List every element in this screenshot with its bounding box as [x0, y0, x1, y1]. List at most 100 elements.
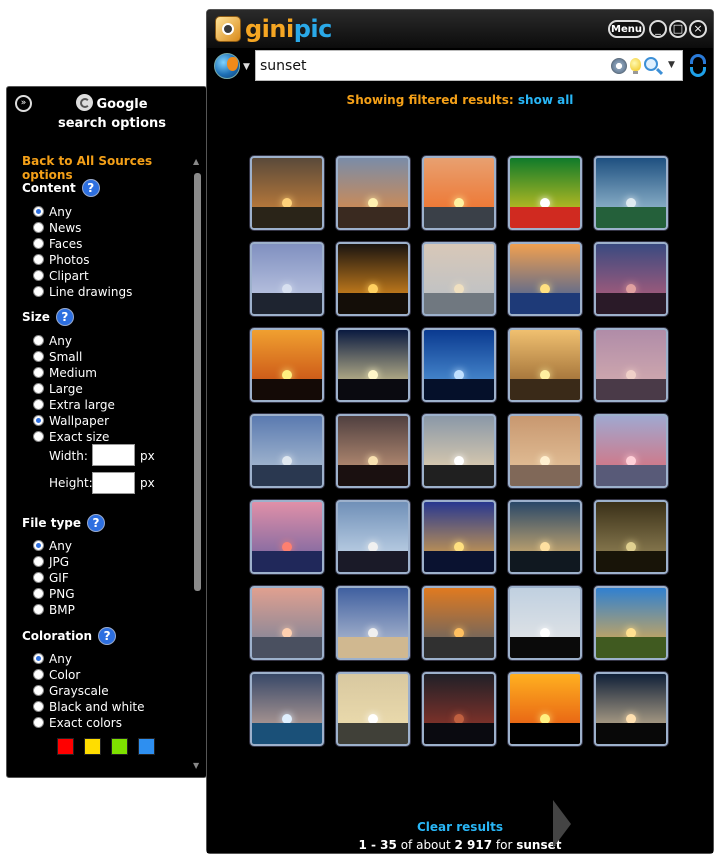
image-thumbnail[interactable] [508, 328, 582, 402]
image-thumbnail[interactable] [508, 414, 582, 488]
image-thumbnail[interactable] [336, 672, 410, 746]
size-option[interactable]: Any [33, 333, 72, 348]
image-thumbnail[interactable] [422, 328, 496, 402]
image-thumbnail[interactable] [594, 414, 668, 488]
coloration-option[interactable]: Exact colors [33, 715, 122, 730]
content-option[interactable]: Clipart [33, 268, 89, 283]
help-icon[interactable]: ? [87, 514, 106, 532]
width-input[interactable] [92, 444, 135, 466]
image-thumbnail[interactable] [594, 328, 668, 402]
color-swatch[interactable] [111, 738, 128, 755]
help-icon[interactable]: ? [55, 308, 74, 326]
chevron-down-icon[interactable]: ▼ [243, 62, 250, 72]
search-icon[interactable] [644, 57, 658, 71]
menu-button[interactable]: Menu [608, 20, 645, 38]
image-thumbnail[interactable] [594, 242, 668, 316]
image-thumbnail[interactable] [336, 242, 410, 316]
image-thumbnail[interactable] [594, 672, 668, 746]
radio-button[interactable] [33, 206, 44, 217]
size-option[interactable]: Small [33, 349, 82, 364]
height-input[interactable] [92, 472, 135, 494]
image-thumbnail[interactable] [250, 414, 324, 488]
image-thumbnail[interactable] [422, 672, 496, 746]
image-thumbnail[interactable] [336, 328, 410, 402]
settings-icon[interactable] [611, 58, 627, 74]
image-thumbnail[interactable] [336, 586, 410, 660]
scroll-down-arrow-icon[interactable]: ▼ [193, 761, 199, 770]
panel-scrollbar[interactable]: ▲ ▼ [193, 157, 202, 771]
radio-button[interactable] [33, 335, 44, 346]
content-option[interactable]: Faces [33, 236, 82, 251]
image-thumbnail[interactable] [336, 500, 410, 574]
radio-button[interactable] [33, 367, 44, 378]
minimize-button[interactable]: _ [649, 20, 667, 38]
lightbulb-icon[interactable] [630, 58, 641, 74]
search-engine-globe-icon[interactable] [214, 53, 240, 79]
scrollbar-thumb[interactable] [194, 173, 201, 591]
radio-button[interactable] [33, 222, 44, 233]
radio-button[interactable] [33, 431, 44, 442]
image-thumbnail[interactable] [594, 156, 668, 230]
radio-button[interactable] [33, 653, 44, 664]
clear-results-link[interactable]: Clear results [417, 820, 503, 834]
help-icon[interactable]: ? [81, 179, 100, 197]
filetype-option[interactable]: Any [33, 538, 72, 553]
image-thumbnail[interactable] [250, 328, 324, 402]
image-thumbnail[interactable] [594, 586, 668, 660]
radio-button[interactable] [33, 238, 44, 249]
close-button[interactable]: × [689, 20, 707, 38]
show-all-link[interactable]: show all [518, 93, 574, 107]
radio-button[interactable] [33, 540, 44, 551]
coloration-option[interactable]: Any [33, 651, 72, 666]
radio-button[interactable] [33, 351, 44, 362]
coloration-option[interactable]: Color [33, 667, 80, 682]
radio-button[interactable] [33, 669, 44, 680]
back-to-sources-link[interactable]: Back to All Sources options [22, 154, 206, 182]
image-thumbnail[interactable] [250, 500, 324, 574]
maximize-button[interactable]: □ [669, 20, 687, 38]
search-input[interactable] [260, 56, 590, 76]
refresh-icon[interactable] [688, 53, 708, 79]
content-option[interactable]: Any [33, 204, 72, 219]
content-option[interactable]: Line drawings [33, 284, 132, 299]
coloration-option[interactable]: Black and white [33, 699, 145, 714]
image-thumbnail[interactable] [336, 414, 410, 488]
radio-button[interactable] [33, 415, 44, 426]
next-page-arrow-icon[interactable] [553, 800, 571, 848]
collapse-panel-button[interactable]: » [15, 95, 32, 112]
image-thumbnail[interactable] [250, 242, 324, 316]
image-thumbnail[interactable] [422, 500, 496, 574]
image-thumbnail[interactable] [422, 242, 496, 316]
image-thumbnail[interactable] [508, 586, 582, 660]
image-thumbnail[interactable] [250, 586, 324, 660]
filetype-option[interactable]: JPG [33, 554, 69, 569]
image-thumbnail[interactable] [422, 414, 496, 488]
radio-button[interactable] [33, 270, 44, 281]
size-option[interactable]: Large [33, 381, 83, 396]
image-thumbnail[interactable] [508, 242, 582, 316]
image-thumbnail[interactable] [250, 672, 324, 746]
filetype-option[interactable]: PNG [33, 586, 75, 601]
radio-button[interactable] [33, 685, 44, 696]
content-option[interactable]: News [33, 220, 81, 235]
image-thumbnail[interactable] [422, 156, 496, 230]
image-thumbnail[interactable] [508, 500, 582, 574]
content-option[interactable]: Photos [33, 252, 89, 267]
color-swatch[interactable] [84, 738, 101, 755]
scroll-up-arrow-icon[interactable]: ▲ [193, 157, 199, 166]
chevron-down-icon[interactable]: ▼ [668, 60, 675, 70]
size-option[interactable]: Exact size [33, 429, 109, 444]
radio-button[interactable] [33, 556, 44, 567]
radio-button[interactable] [33, 383, 44, 394]
radio-button[interactable] [33, 588, 44, 599]
radio-button[interactable] [33, 717, 44, 728]
radio-button[interactable] [33, 572, 44, 583]
size-option[interactable]: Wallpaper [33, 413, 109, 428]
radio-button[interactable] [33, 701, 44, 712]
size-option[interactable]: Medium [33, 365, 97, 380]
help-icon[interactable]: ? [98, 627, 117, 645]
radio-button[interactable] [33, 254, 44, 265]
image-thumbnail[interactable] [250, 156, 324, 230]
size-option[interactable]: Extra large [33, 397, 115, 412]
color-swatch[interactable] [57, 738, 74, 755]
